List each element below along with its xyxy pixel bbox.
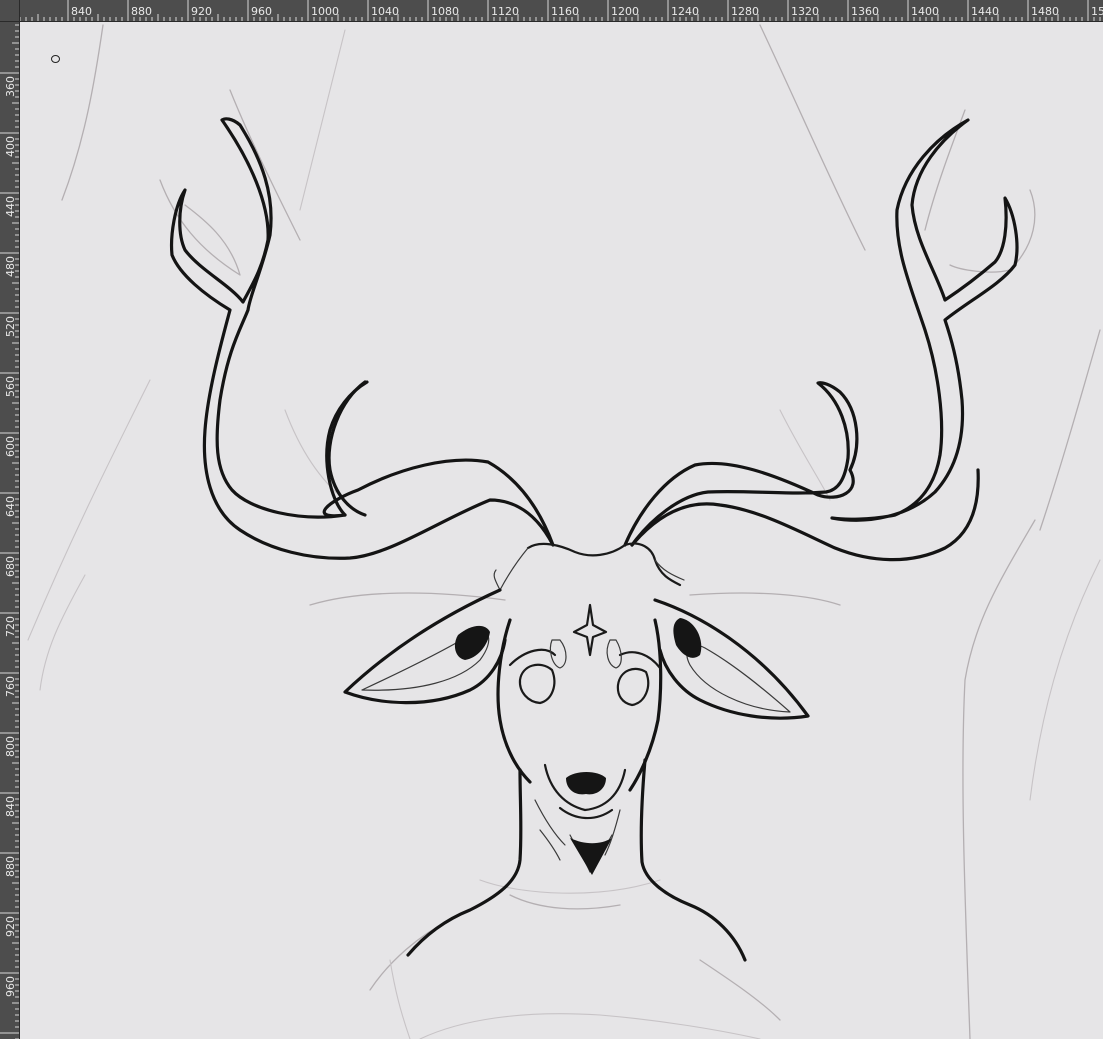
- ruler-label: 840: [71, 5, 92, 18]
- ruler-label: 880: [131, 5, 152, 18]
- ruler-corner: [0, 0, 20, 22]
- ruler-label: 800: [4, 736, 17, 757]
- left-antler: [169, 117, 555, 560]
- ruler-label: 1440: [971, 5, 999, 18]
- right-antler: [623, 118, 1019, 562]
- ruler-label: 560: [4, 376, 17, 397]
- ruler-label: 920: [191, 5, 212, 18]
- brush-cursor-icon: [51, 55, 60, 63]
- ruler-label: 920: [4, 916, 17, 937]
- ruler-label: 1240: [671, 5, 699, 18]
- drawing-canvas[interactable]: [20, 22, 1103, 1039]
- ruler-label: 1200: [611, 5, 639, 18]
- ruler-label: 720: [4, 616, 17, 637]
- ruler-label: 360: [4, 76, 17, 97]
- ruler-label: 760: [4, 676, 17, 697]
- ruler-label: 440: [4, 196, 17, 217]
- ruler-label: 880: [4, 856, 17, 877]
- ruler-label: 1400: [911, 5, 939, 18]
- ruler-label: 15: [1091, 5, 1103, 18]
- deer-head: [343, 542, 810, 962]
- vertical-ruler[interactable]: 360 400 440 480 520 560 600 640 680 720 760 800 840 8…: [0, 22, 20, 1039]
- ruler-label: 680: [4, 556, 17, 577]
- ruler-label: 840: [4, 796, 17, 817]
- ruler-label: 1480: [1031, 5, 1059, 18]
- ruler-label: 1320: [791, 5, 819, 18]
- ruler-label: 1360: [851, 5, 879, 18]
- ruler-label: 960: [251, 5, 272, 18]
- ruler-label: 960: [4, 976, 17, 997]
- ruler-label: 1080: [431, 5, 459, 18]
- sketch-layer: [27, 24, 1101, 1039]
- ruler-label: 1280: [731, 5, 759, 18]
- ruler-label: 1160: [551, 5, 579, 18]
- horizontal-ruler[interactable]: 840 880 920 960 1000 1040 1080 1120 1160 1200 1240…: [20, 0, 1103, 22]
- ruler-label: 640: [4, 496, 17, 517]
- ruler-label: 600: [4, 436, 17, 457]
- ruler-label: 1040: [371, 5, 399, 18]
- ruler-label: 1120: [491, 5, 519, 18]
- ruler-label: 520: [4, 316, 17, 337]
- ruler-label: 400: [4, 136, 17, 157]
- ruler-label: 1000: [311, 5, 339, 18]
- ruler-label: 480: [4, 256, 17, 277]
